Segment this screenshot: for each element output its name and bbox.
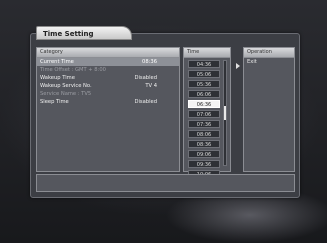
- operation-panel: Operation Exit: [243, 47, 295, 172]
- time-option[interactable]: 06:06: [188, 90, 220, 98]
- operation-list: Exit: [244, 58, 294, 66]
- time-option[interactable]: 07:06: [188, 110, 220, 118]
- category-list: Current Time 08:36 Time Offset : GMT + 8:0…: [37, 58, 179, 106]
- category-row-value: Disabled: [134, 75, 157, 81]
- time-option[interactable]: 05:36: [188, 80, 220, 88]
- category-row-label: Time Offset : GMT + 8:00: [40, 67, 106, 73]
- category-row[interactable]: Current Time 08:36: [37, 58, 179, 66]
- operation-header: Operation: [244, 48, 294, 58]
- category-row[interactable]: Sleep Time Disabled: [37, 98, 179, 106]
- time-header: Time: [184, 48, 230, 58]
- category-row[interactable]: Wakeup Time Disabled: [37, 74, 179, 82]
- time-option[interactable]: 06:36: [188, 100, 220, 108]
- scroll-thumb[interactable]: [224, 106, 226, 120]
- time-option[interactable]: 04:36: [188, 60, 220, 68]
- category-row: Time Offset : GMT + 8:00: [37, 66, 179, 74]
- time-option[interactable]: 05:06: [188, 70, 220, 78]
- time-option[interactable]: 09:36: [188, 160, 220, 168]
- time-option[interactable]: 07:36: [188, 120, 220, 128]
- time-option[interactable]: 08:06: [188, 130, 220, 138]
- help-bar: [36, 174, 295, 192]
- category-row[interactable]: Wakeup Service No. TV 4: [37, 82, 179, 90]
- arrow-right-icon: [236, 63, 240, 69]
- time-panel: Time 04:36 05:06 05:36 06:06 06:36 07:06 07:36…: [183, 47, 231, 178]
- category-row-label: Wakeup Service No.: [40, 83, 92, 89]
- window-title: Time Setting: [36, 26, 132, 40]
- category-panel: Category Current Time 08:36 Time Offset : …: [36, 47, 180, 172]
- category-header: Category: [37, 48, 179, 58]
- time-option[interactable]: 08:36: [188, 140, 220, 148]
- time-scrollbar[interactable]: [223, 60, 227, 166]
- category-row-label: Service Name : TV5: [40, 91, 92, 97]
- category-row-label: Wakeup Time: [40, 75, 75, 81]
- category-row-label: Current Time: [40, 59, 74, 65]
- operation-item[interactable]: Exit: [244, 58, 294, 66]
- category-row-value: Disabled: [134, 99, 157, 105]
- category-row: Service Name : TV5: [37, 90, 179, 98]
- category-row-value: 08:36: [142, 59, 157, 65]
- time-option[interactable]: 09:06: [188, 150, 220, 158]
- category-row-label: Sleep Time: [40, 99, 69, 105]
- category-row-value: TV 4: [145, 83, 157, 89]
